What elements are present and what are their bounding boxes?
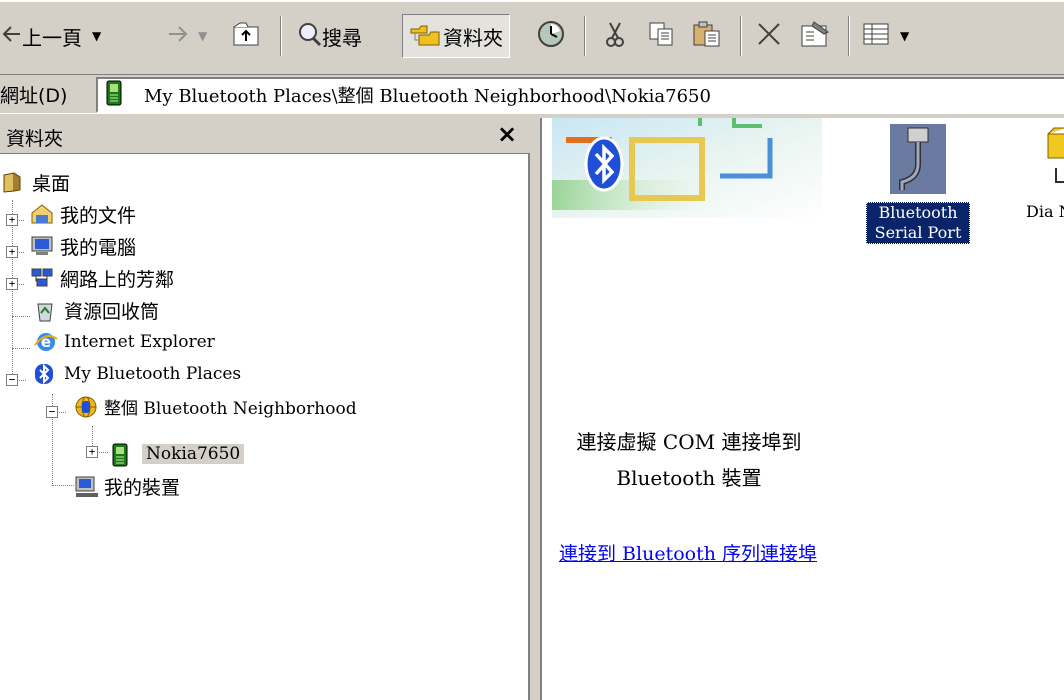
address-label: 網址(D)	[0, 85, 68, 107]
dial-up-networking-item[interactable]: Dia Netw	[1004, 124, 1064, 222]
up-folder-button[interactable]	[232, 16, 260, 56]
toolbar-separator	[584, 16, 586, 56]
my-computer-icon	[30, 235, 53, 257]
tree-item-label: 我的文件	[60, 204, 137, 227]
tree-item-label: My Bluetooth Places	[64, 364, 242, 384]
phone-icon	[106, 80, 130, 111]
collapse-button[interactable]: −	[46, 406, 58, 418]
tree-item-my-computer[interactable]: 我的電腦	[30, 230, 136, 262]
bluetooth-banner	[552, 118, 822, 218]
my-devices-icon	[74, 475, 98, 497]
views-grid-icon	[862, 22, 890, 51]
bluetooth-icon	[34, 363, 56, 385]
folders-pane-title: 資料夾	[6, 128, 64, 150]
back-arrow-icon	[2, 24, 22, 49]
content-area: 連接虛擬 COM 連接埠到 Bluetooth 裝置 連接到 Bluetooth…	[540, 118, 1064, 700]
history-icon	[536, 19, 566, 54]
tree-item-label: Nokia7650	[142, 444, 245, 464]
forward-dropdown-icon[interactable]: ▼	[198, 29, 207, 43]
tree-item-my-documents[interactable]: 我的文件	[30, 198, 136, 230]
tree-item-recycle-bin[interactable]: 資源回收筒	[34, 294, 159, 326]
tree-item-label: 資源回收筒	[64, 300, 160, 323]
tree-item-desktop[interactable]: 桌面	[2, 166, 70, 198]
forward-button[interactable]: ▼	[166, 16, 207, 56]
search-button[interactable]: 搜尋	[296, 16, 362, 56]
tree-connector	[12, 348, 30, 349]
my-documents-icon	[30, 203, 53, 225]
back-dropdown-icon[interactable]: ▼	[92, 29, 101, 43]
views-button[interactable]: ▼	[862, 16, 909, 56]
search-label: 搜尋	[322, 25, 362, 50]
serial-port-label: Bluetooth Serial Port	[866, 202, 970, 244]
tree-item-entire-neighborhood[interactable]: 整個 Bluetooth Neighborhood	[74, 390, 357, 422]
paste-button[interactable]	[692, 16, 722, 56]
tree-item-bluetooth-places[interactable]: My Bluetooth Places	[34, 358, 241, 390]
address-input[interactable]: My Bluetooth Places\整個 Bluetooth Neighbo…	[96, 77, 1064, 113]
tree-item-nokia7650[interactable]: Nokia7650	[112, 438, 245, 470]
desktop-icon	[2, 171, 24, 193]
delete-x-icon	[756, 21, 782, 52]
tree-item-label: 我的裝置	[104, 476, 181, 499]
up-folder-icon	[232, 21, 260, 52]
search-icon	[296, 21, 322, 52]
network-folder-icon	[1034, 124, 1064, 194]
forward-arrow-icon	[166, 24, 188, 49]
recycle-bin-icon	[34, 299, 56, 322]
tree-item-internet-explorer[interactable]: e Internet Explorer	[34, 326, 215, 358]
internet-explorer-icon: e	[34, 331, 58, 353]
copy-icon	[648, 21, 676, 52]
toolbar-separator	[848, 16, 850, 56]
folders-pane-header: 資料夾 ×	[0, 118, 530, 154]
close-icon[interactable]: ×	[494, 120, 520, 148]
serial-port-icon	[890, 124, 946, 194]
dial-up-networking-label: Dia Netw	[1026, 202, 1064, 221]
folders-label: 資料夾	[443, 25, 503, 50]
bluetooth-serial-port-item[interactable]: Bluetooth Serial Port	[866, 124, 970, 244]
delete-button[interactable]	[756, 16, 782, 56]
task-description: 連接虛擬 COM 連接埠到 Bluetooth 裝置	[576, 430, 802, 490]
properties-button[interactable]	[800, 16, 830, 56]
folders-icon	[409, 21, 443, 52]
tree-item-label: 網路上的芳鄰	[60, 268, 175, 291]
views-dropdown-icon[interactable]: ▼	[900, 29, 909, 43]
back-button[interactable]: 上一頁 ▼	[2, 16, 101, 56]
tree-item-label: 我的電腦	[60, 236, 137, 259]
expand-button[interactable]: +	[6, 246, 18, 258]
address-value: My Bluetooth Places\整個 Bluetooth Neighbo…	[144, 86, 711, 107]
connect-serial-link[interactable]: 連接到 Bluetooth 序列連接埠	[548, 536, 828, 572]
tree-item-label: 桌面	[32, 172, 71, 195]
toolbar: 上一頁 ▼ ▼ 搜尋 資料夾 ▼	[0, 0, 1064, 74]
expand-button[interactable]: +	[86, 446, 98, 458]
scissors-icon	[604, 21, 626, 52]
back-label: 上一頁	[22, 25, 82, 50]
tree-item-my-devices[interactable]: 我的裝置	[74, 470, 180, 502]
tree-item-label: Internet Explorer	[64, 332, 215, 352]
tree-item-network[interactable]: 網路上的芳鄰	[30, 262, 174, 294]
tree-connector	[12, 316, 30, 317]
tree-connector	[12, 200, 13, 386]
copy-button[interactable]	[648, 16, 676, 56]
folders-button[interactable]: 資料夾	[402, 14, 510, 58]
tree-connector	[52, 485, 74, 486]
network-places-icon	[30, 267, 53, 289]
properties-icon	[800, 20, 830, 53]
collapse-button[interactable]: −	[6, 374, 18, 386]
paste-icon	[692, 20, 722, 53]
toolbar-separator	[740, 16, 742, 56]
history-button[interactable]	[536, 16, 566, 56]
address-bar: 網址(D) My Bluetooth Places\整個 Bluetooth N…	[0, 74, 1064, 114]
phone-icon	[112, 443, 134, 467]
expand-button[interactable]: +	[6, 214, 18, 226]
expand-button[interactable]: +	[6, 278, 18, 290]
tree-item-label: 整個 Bluetooth Neighborhood	[104, 398, 357, 419]
folders-pane: 資料夾 × + + + − − + 桌面 我的文件 我的電腦 網路上的芳鄰 資源…	[0, 118, 530, 700]
cut-button[interactable]	[604, 16, 626, 56]
toolbar-separator	[280, 16, 282, 56]
globe-bluetooth-icon	[74, 395, 97, 418]
